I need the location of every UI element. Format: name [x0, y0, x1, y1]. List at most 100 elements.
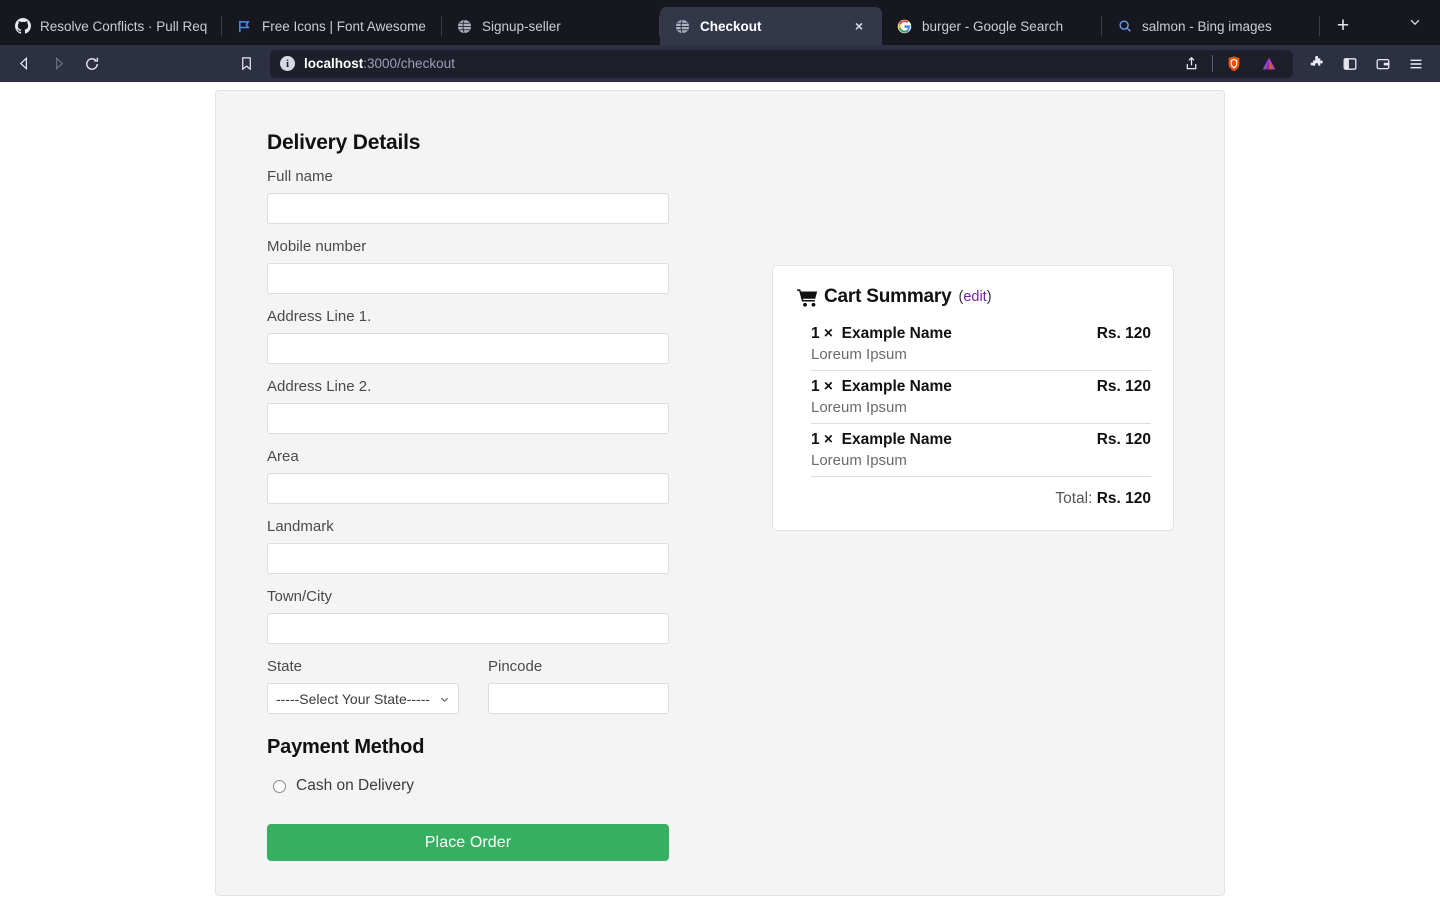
tab-label: Checkout: [700, 18, 762, 34]
field-label: Area: [267, 448, 299, 465]
field-address-line-2: Address Line 2.: [267, 378, 707, 434]
field-label: Landmark: [267, 518, 334, 535]
area-input[interactable]: [267, 473, 669, 504]
cart-item-list: 1 × Example Name Rs. 120 Loreum Ipsum 1 …: [795, 324, 1151, 508]
site-info-icon[interactable]: i: [280, 56, 295, 71]
bookmark-icon[interactable]: [230, 50, 262, 78]
cart-item-price: Rs. 120: [1096, 378, 1151, 395]
field-address-line-1: Address Line 1.: [267, 308, 707, 364]
browser-tab-font-awesome[interactable]: Free Icons | Font Awesome: [222, 7, 442, 45]
browser-tab-resolve-conflicts[interactable]: Resolve Conflicts · Pull Request: [0, 7, 222, 45]
close-icon[interactable]: ×: [850, 17, 868, 35]
tab-label: salmon - Bing images: [1142, 18, 1272, 34]
tab-label: Free Icons | Font Awesome: [262, 18, 426, 34]
field-town-city: Town/City: [267, 588, 707, 644]
radio-icon[interactable]: [273, 779, 286, 793]
app-menu-icon[interactable]: [1402, 50, 1430, 78]
url-path: :3000/checkout: [363, 56, 455, 71]
tab-label: Signup-seller: [482, 18, 561, 34]
webpage-viewport: Delivery Details Full name Mobile number…: [0, 82, 1440, 900]
cart-item-description: Loreum Ipsum: [811, 346, 907, 363]
cart-item-title: Example Name: [841, 378, 952, 395]
state-select[interactable]: -----Select Your State-----: [267, 683, 459, 714]
payment-option-label: Cash on Delivery: [296, 777, 415, 794]
field-full-name: Full name: [267, 168, 707, 224]
share-icon[interactable]: [1177, 50, 1205, 78]
tab-label: burger - Google Search: [922, 18, 1064, 34]
back-icon[interactable]: [8, 50, 40, 78]
payment-option-cash-on-delivery[interactable]: Cash on Delivery: [267, 777, 707, 795]
cart-item-name: 1 × Example Name: [811, 325, 952, 343]
address-line-1-input[interactable]: [267, 333, 669, 364]
delivery-details-form: Delivery Details Full name Mobile number…: [267, 131, 707, 861]
field-label: Full name: [267, 168, 333, 185]
brave-shield-icon[interactable]: [1220, 50, 1248, 78]
landmark-input[interactable]: [267, 543, 669, 574]
brave-triangle-icon[interactable]: [1255, 50, 1283, 78]
browser-tab-google-search[interactable]: burger - Google Search: [882, 7, 1102, 45]
search-icon: [1116, 18, 1133, 35]
field-label: Address Line 1.: [267, 308, 372, 325]
cart-item: 1 × Example Name Rs. 120 Loreum Ipsum: [811, 378, 1151, 424]
forward-icon[interactable]: [42, 50, 74, 78]
cart-item-price: Rs. 120: [1096, 325, 1151, 342]
browser-tab-signup-seller[interactable]: Signup-seller: [442, 7, 660, 45]
full-name-input[interactable]: [267, 193, 669, 224]
cart-total-label: Total:: [1055, 490, 1093, 507]
field-pincode: Pincode: [488, 658, 669, 714]
page-title: Delivery Details: [267, 131, 421, 154]
browser-tab-checkout[interactable]: Checkout ×: [660, 7, 882, 45]
cart-item-name: 1 × Example Name: [811, 378, 952, 396]
chevron-down-icon[interactable]: [1398, 8, 1432, 36]
cart-item-qty: 1 ×: [811, 378, 833, 395]
cart-item-price: Rs. 120: [1096, 431, 1151, 448]
browser-toolbar-icons: [1303, 50, 1430, 78]
globe-icon: [674, 18, 691, 35]
sidebar-panel-icon[interactable]: [1336, 50, 1364, 78]
field-state: State -----Select Your State-----: [267, 658, 459, 714]
google-icon: [896, 18, 913, 35]
cart-total-row: Total: Rs. 120: [811, 484, 1151, 508]
mobile-number-input[interactable]: [267, 263, 669, 294]
cart-edit-link[interactable]: edit: [963, 289, 986, 305]
divider: [1212, 55, 1213, 72]
address-bar-actions: [1167, 50, 1283, 78]
cart-item: 1 × Example Name Rs. 120 Loreum Ipsum: [811, 324, 1151, 371]
cart-item-title: Example Name: [841, 325, 952, 342]
new-tab-button[interactable]: +: [1320, 7, 1366, 45]
cart-edit-wrapper: (edit): [958, 289, 991, 305]
field-mobile-number: Mobile number: [267, 238, 707, 294]
town-city-input[interactable]: [267, 613, 669, 644]
address-line-2-input[interactable]: [267, 403, 669, 434]
tab-label: Resolve Conflicts · Pull Request: [40, 18, 208, 34]
reload-icon[interactable]: [76, 50, 108, 78]
place-order-button[interactable]: Place Order: [267, 824, 669, 861]
browser-navigation-bar: i localhost:3000/checkout: [0, 45, 1440, 82]
shopping-cart-icon: [797, 288, 818, 307]
cart-item-qty: 1 ×: [811, 431, 833, 448]
cart-item-title: Example Name: [841, 431, 952, 448]
field-label: Mobile number: [267, 238, 367, 255]
browser-tab-bing-images[interactable]: salmon - Bing images: [1102, 7, 1320, 45]
cart-summary-header: Cart Summary (edit): [795, 286, 1151, 308]
cart-summary-panel: Cart Summary (edit) 1 × Example Name Rs.…: [772, 265, 1174, 531]
cart-item-description: Loreum Ipsum: [811, 452, 907, 469]
wallet-icon[interactable]: [1369, 50, 1397, 78]
field-label: State: [267, 658, 303, 675]
field-landmark: Landmark: [267, 518, 707, 574]
tab-strip: Resolve Conflicts · Pull Request Free Ic…: [0, 0, 1440, 45]
globe-icon: [456, 18, 473, 35]
extensions-puzzle-icon[interactable]: [1303, 50, 1331, 78]
address-bar-text: localhost:3000/checkout: [304, 56, 455, 71]
field-label: Town/City: [267, 588, 333, 605]
cart-total-value: Rs. 120: [1096, 490, 1151, 507]
pincode-input[interactable]: [488, 683, 669, 714]
paren-close: ): [986, 289, 992, 305]
address-bar[interactable]: i localhost:3000/checkout: [270, 49, 1293, 78]
field-area: Area: [267, 448, 707, 504]
field-label: Address Line 2.: [267, 378, 372, 395]
url-host: localhost: [304, 56, 364, 71]
browser-chrome: Resolve Conflicts · Pull Request Free Ic…: [0, 0, 1440, 82]
cart-summary-title: Cart Summary: [824, 286, 952, 307]
cart-item: 1 × Example Name Rs. 120 Loreum Ipsum: [811, 431, 1151, 477]
